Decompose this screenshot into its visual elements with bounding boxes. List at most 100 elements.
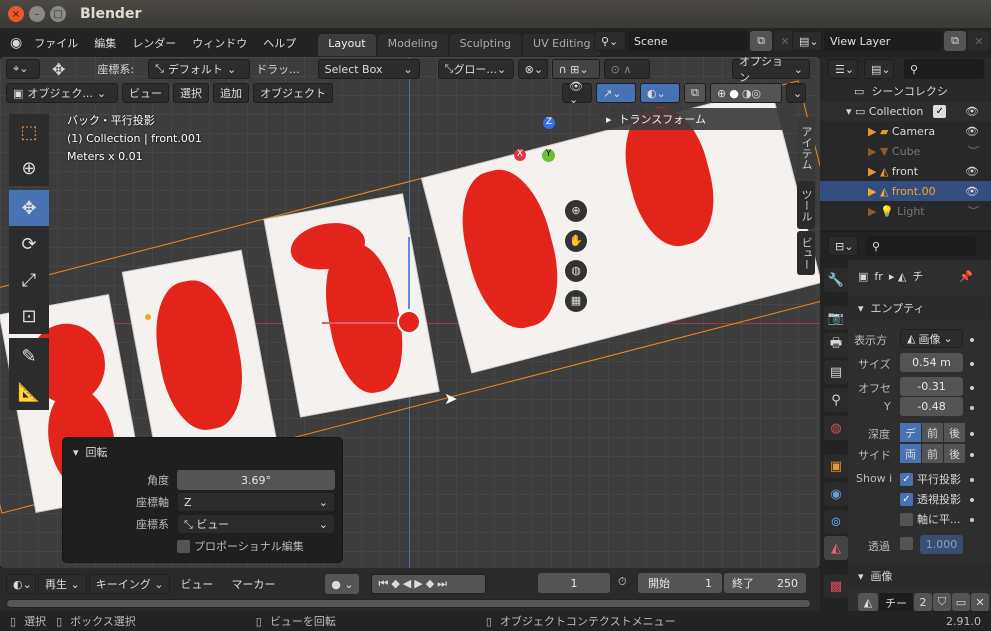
menu-help[interactable]: ヘルプ: [255, 35, 304, 51]
measure-tool-icon[interactable]: 📐: [9, 374, 49, 410]
tab-tool[interactable]: ツール: [797, 181, 815, 229]
view-layer-tab-icon[interactable]: ▤: [824, 360, 848, 384]
transform-pivot-icon[interactable]: ⌖⌄: [6, 59, 40, 79]
output-tab-icon[interactable]: 🖶: [824, 333, 848, 357]
menu-window[interactable]: ウィンドウ: [184, 35, 255, 51]
outliner-item-light[interactable]: ▶ 💡 Light ︶: [820, 201, 991, 221]
current-frame-field[interactable]: 1: [538, 573, 610, 593]
outliner-search[interactable]: ⚲: [904, 59, 984, 79]
shading-options-icon[interactable]: ⌄: [786, 83, 806, 103]
snap-icon[interactable]: ∩ ⊞⌄: [551, 59, 600, 79]
gizmo-toggle-icon[interactable]: ↗⌄: [596, 83, 636, 103]
show-persp-checkbox[interactable]: ✓ 透視投影: [900, 491, 961, 507]
tab-modeling[interactable]: Modeling: [377, 34, 448, 56]
scale-tool-icon[interactable]: ⤢: [9, 262, 49, 298]
display-mode-icon[interactable]: ☰⌄: [828, 59, 858, 79]
outliner-item-front[interactable]: ▶ ◭ front 👁: [820, 161, 991, 181]
show-axis-checkbox[interactable]: 軸に平...: [900, 511, 961, 527]
image-selector[interactable]: ◭ チー 2 ⛉ ▭ ✕: [858, 593, 989, 611]
menu-edit[interactable]: 編集: [86, 35, 124, 51]
select-box-tool-icon[interactable]: ⬚: [9, 114, 49, 150]
properties-search[interactable]: ⚲: [866, 236, 976, 256]
visibility-icon[interactable]: 👁⌄: [562, 80, 592, 106]
angle-field[interactable]: 3.69°: [177, 470, 335, 490]
navigation-gizmo[interactable]: Z X Y: [512, 117, 588, 193]
rotate-tool-icon[interactable]: ⟳: [9, 226, 49, 262]
maximize-button[interactable]: □: [50, 6, 66, 22]
transform-tool-icon[interactable]: ⊡: [9, 298, 49, 334]
select-mode-dropdown[interactable]: Select Box ⌄: [317, 59, 420, 79]
orient-dropdown[interactable]: ⤡ ビュー ⌄: [177, 514, 335, 534]
tool-tab-icon[interactable]: 🔧: [824, 268, 848, 292]
pin-icon[interactable]: 📌: [959, 270, 973, 283]
properties-editor-type[interactable]: ⊟⌄: [828, 236, 858, 256]
image-panel-header[interactable]: ▾ 画像: [848, 564, 991, 588]
ortho-toggle-icon[interactable]: ▦: [565, 290, 587, 312]
outliner-item-camera[interactable]: ▶ ▰ Camera 👁: [820, 121, 991, 141]
playback-controls[interactable]: ⏮◆◀▶◆⏭: [371, 574, 487, 594]
minimize-button[interactable]: –: [29, 6, 45, 22]
texture-tab-icon[interactable]: ▩: [824, 574, 848, 598]
menu-playback[interactable]: 再生 ⌄: [38, 574, 87, 594]
alpha-field[interactable]: 1.000: [920, 535, 963, 554]
pan-view-icon[interactable]: ✋: [565, 230, 587, 252]
cursor-tool-icon[interactable]: ⊕: [9, 150, 49, 186]
menu-add[interactable]: 追加: [213, 83, 249, 103]
scene-tab-icon[interactable]: ⚲: [824, 388, 848, 412]
transform-panel-header[interactable]: ▸ トランスフォーム: [598, 108, 794, 130]
auto-key-icon[interactable]: ● ⌄: [325, 574, 360, 594]
tab-item[interactable]: アイテム: [797, 117, 815, 179]
axis-dropdown[interactable]: Z ⌄: [177, 492, 335, 512]
side-selector[interactable]: 両前後: [900, 444, 966, 463]
new-scene-icon[interactable]: ⧉: [750, 31, 772, 51]
rotate-gizmo[interactable]: [397, 310, 421, 334]
operator-header[interactable]: ▾ 回転: [73, 444, 108, 460]
outliner-item-collection[interactable]: ▾ ▭ Collection ✓ 👁: [820, 101, 991, 121]
transform-orientation-dropdown[interactable]: ⤡ グロー... ⌄: [437, 59, 514, 79]
scene-collection[interactable]: ▭ シーンコレクシ: [820, 81, 991, 101]
size-field[interactable]: 0.54 m: [900, 353, 963, 372]
alpha-checkbox[interactable]: [900, 537, 913, 550]
axis-x-icon[interactable]: X: [514, 149, 526, 161]
show-ortho-checkbox[interactable]: ✓ 平行投影: [900, 471, 961, 487]
filter-icon[interactable]: ▤⌄: [864, 59, 894, 79]
constraints-tab-icon[interactable]: ⊚: [824, 510, 848, 534]
timer-icon[interactable]: ⏱: [618, 575, 627, 589]
world-tab-icon[interactable]: ◍: [824, 416, 848, 440]
offset-y-field[interactable]: -0.48: [900, 397, 963, 416]
close-button[interactable]: ×: [8, 6, 24, 22]
overlay-toggle-icon[interactable]: ◐⌄: [640, 83, 680, 103]
blender-logo-icon[interactable]: ◉: [10, 35, 22, 51]
axis-y-icon[interactable]: Y: [542, 149, 555, 162]
view-layer-field[interactable]: View Layer: [824, 31, 942, 51]
offset-x-field[interactable]: -0.31: [900, 377, 963, 396]
pivot-point-icon[interactable]: ⊗⌄: [517, 59, 548, 79]
3d-viewport[interactable]: Z X Y ⊕ ✋ ◍ ▦ ➤ ⌖⌄ ✥ 座標系: ⤡ デフォルト ⌄ ドラッ..…: [0, 57, 820, 568]
new-view-layer-icon[interactable]: ⧉: [944, 31, 966, 51]
start-frame-field[interactable]: 開始 1: [638, 573, 722, 593]
outliner-item-front-001[interactable]: ▶ ◭ front.00 👁: [820, 181, 991, 201]
delete-view-layer-icon[interactable]: ✕: [968, 31, 990, 51]
proportional-checkbox[interactable]: プロポーショナル編集: [177, 538, 304, 554]
menu-view[interactable]: ビュー: [122, 83, 169, 103]
view-layer-selector-icon[interactable]: ▤⌄: [792, 31, 822, 51]
render-tab-icon[interactable]: 📷: [824, 306, 848, 330]
data-tab-icon[interactable]: ◭: [824, 536, 848, 560]
menu-keying[interactable]: キーイング ⌄: [88, 574, 171, 594]
empty-panel-header[interactable]: ▾ エンプティ: [848, 296, 991, 320]
drag-label[interactable]: ドラッ...: [256, 61, 300, 77]
move-tool-button[interactable]: ✥: [9, 190, 49, 226]
tab-sculpting[interactable]: Sculpting: [449, 34, 522, 56]
menu-render[interactable]: レンダー: [124, 35, 184, 51]
menu-object[interactable]: オブジェクト: [253, 83, 333, 103]
annotate-tool-icon[interactable]: ✎: [9, 338, 49, 374]
tab-uv-editing[interactable]: UV Editing: [523, 34, 601, 56]
end-frame-field[interactable]: 終了 250: [724, 573, 806, 593]
tab-view[interactable]: ビュー: [797, 231, 815, 275]
zoom-view-icon[interactable]: ⊕: [565, 200, 587, 222]
menu-select[interactable]: 選択: [173, 83, 209, 103]
camera-view-icon[interactable]: ◍: [565, 260, 587, 282]
orientation-dropdown[interactable]: ⤡ デフォルト ⌄: [148, 59, 251, 79]
menu-timeline-view[interactable]: ビュー: [172, 576, 221, 592]
display-dropdown[interactable]: ◭ 画像 ⌄: [900, 329, 963, 348]
